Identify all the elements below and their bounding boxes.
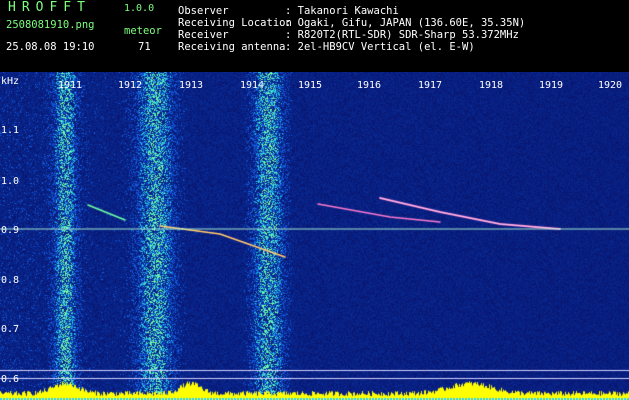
hour-label: 1913 <box>179 80 204 91</box>
hour-label: 1917 <box>418 80 443 91</box>
info-value-antenna: : 2el-HB9CV Vertical (el. E-W) <box>285 41 475 53</box>
info-value-observer: : Takanori Kawachi <box>285 5 399 17</box>
info-label-receiver: Receiver <box>178 29 229 41</box>
app-version: 1.0.0 <box>124 3 155 14</box>
freq-tick-label: 1.1 <box>1 125 20 136</box>
freq-tick-label: 1.0 <box>1 176 20 187</box>
hrofft-window: HROFFT 1.0.0 2508081910.png meteor 25.08… <box>0 0 629 400</box>
freq-tick-label: 0.9 <box>1 225 20 236</box>
meteor-count: 71 <box>138 41 151 53</box>
timestamp: 25.08.08 19:10 <box>6 41 95 53</box>
info-value-receiver: : R820T2(RTL-SDR) SDR-Sharp 53.372MHz <box>285 29 519 41</box>
freq-tick-label: 0.6 <box>1 374 20 385</box>
spectrogram <box>0 72 629 400</box>
hour-label: 1918 <box>479 80 504 91</box>
freq-tick-label: 0.8 <box>1 275 20 286</box>
info-label-location: Receiving Location <box>178 17 292 29</box>
info-label-observer: Observer <box>178 5 229 17</box>
app-logo: HROFFT <box>8 0 91 15</box>
hour-label: 1916 <box>357 80 382 91</box>
info-value-location: : Ogaki, Gifu, JAPAN (136.60E, 35.35N) <box>285 17 526 29</box>
hour-label: 1914 <box>240 80 265 91</box>
freq-tick-label: 0.7 <box>1 324 20 335</box>
hour-label: 1919 <box>539 80 564 91</box>
info-label-antenna: Receiving antenna <box>178 41 286 53</box>
hour-label: 1911 <box>58 80 83 91</box>
meteor-label: meteor <box>124 25 162 37</box>
hour-label: 1920 <box>598 80 623 91</box>
file-name: 2508081910.png <box>6 19 95 31</box>
freq-unit-label: kHz <box>1 76 20 87</box>
hour-label: 1912 <box>118 80 143 91</box>
hour-label: 1915 <box>298 80 323 91</box>
